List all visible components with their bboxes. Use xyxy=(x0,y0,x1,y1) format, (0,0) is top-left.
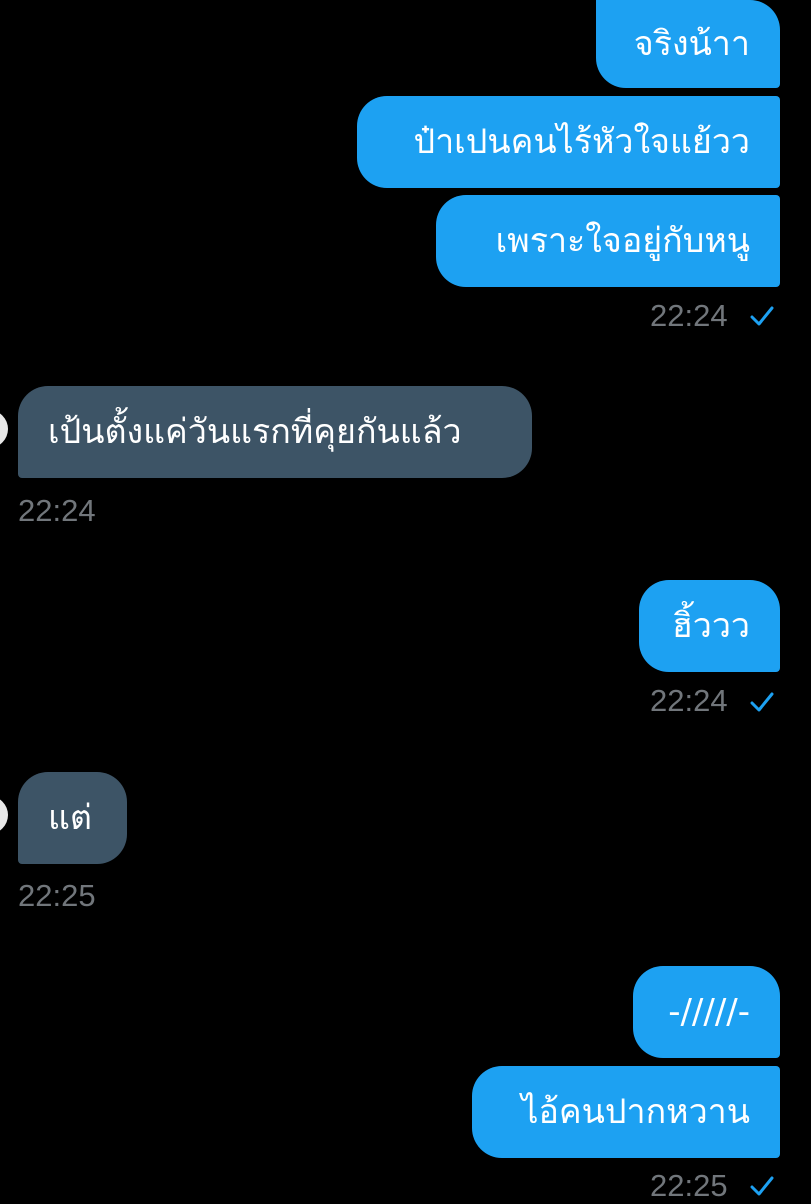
message-text: แต่ xyxy=(48,798,92,838)
message-bubble-incoming[interactable]: เป้นตั้งแค่วันแรกที่คุยกันแล้ว xyxy=(18,386,532,478)
sent-check-icon xyxy=(750,306,774,326)
sent-check-icon xyxy=(750,1176,774,1196)
message-text: -/////- xyxy=(668,992,750,1032)
message-bubble-outgoing[interactable]: -/////- xyxy=(633,966,780,1058)
message-timestamp: 22:25 xyxy=(18,878,96,913)
message-bubble-outgoing[interactable]: ป๋าเปนคนไร้หัวใจแย้วว xyxy=(357,96,780,188)
message-text: ป๋าเปนคนไร้หัวใจแย้วว xyxy=(413,122,750,162)
message-bubble-outgoing[interactable]: ฮิ้ววว xyxy=(639,580,780,672)
contact-avatar[interactable] xyxy=(0,410,8,448)
message-text: เป้นตั้งแค่วันแรกที่คุยกันแล้ว xyxy=(48,412,462,452)
message-timestamp: 22:24 xyxy=(650,298,728,333)
message-text: ไอ้คนปากหวาน xyxy=(521,1092,750,1132)
message-text: ฮิ้ววว xyxy=(671,606,750,646)
message-bubble-incoming[interactable]: แต่ xyxy=(18,772,127,864)
message-timestamp: 22:25 xyxy=(650,1168,728,1203)
message-timestamp: 22:24 xyxy=(650,683,728,718)
message-text: จริงน้าา xyxy=(633,24,750,64)
message-text: เพราะใจอยู่กับหนู xyxy=(495,221,750,261)
sent-check-icon xyxy=(750,692,774,712)
message-bubble-outgoing[interactable]: เพราะใจอยู่กับหนู xyxy=(436,195,780,287)
message-bubble-outgoing[interactable]: จริงน้าา xyxy=(596,0,780,88)
message-timestamp: 22:24 xyxy=(18,493,96,528)
contact-avatar[interactable] xyxy=(0,796,8,834)
message-bubble-outgoing[interactable]: ไอ้คนปากหวาน xyxy=(472,1066,780,1158)
